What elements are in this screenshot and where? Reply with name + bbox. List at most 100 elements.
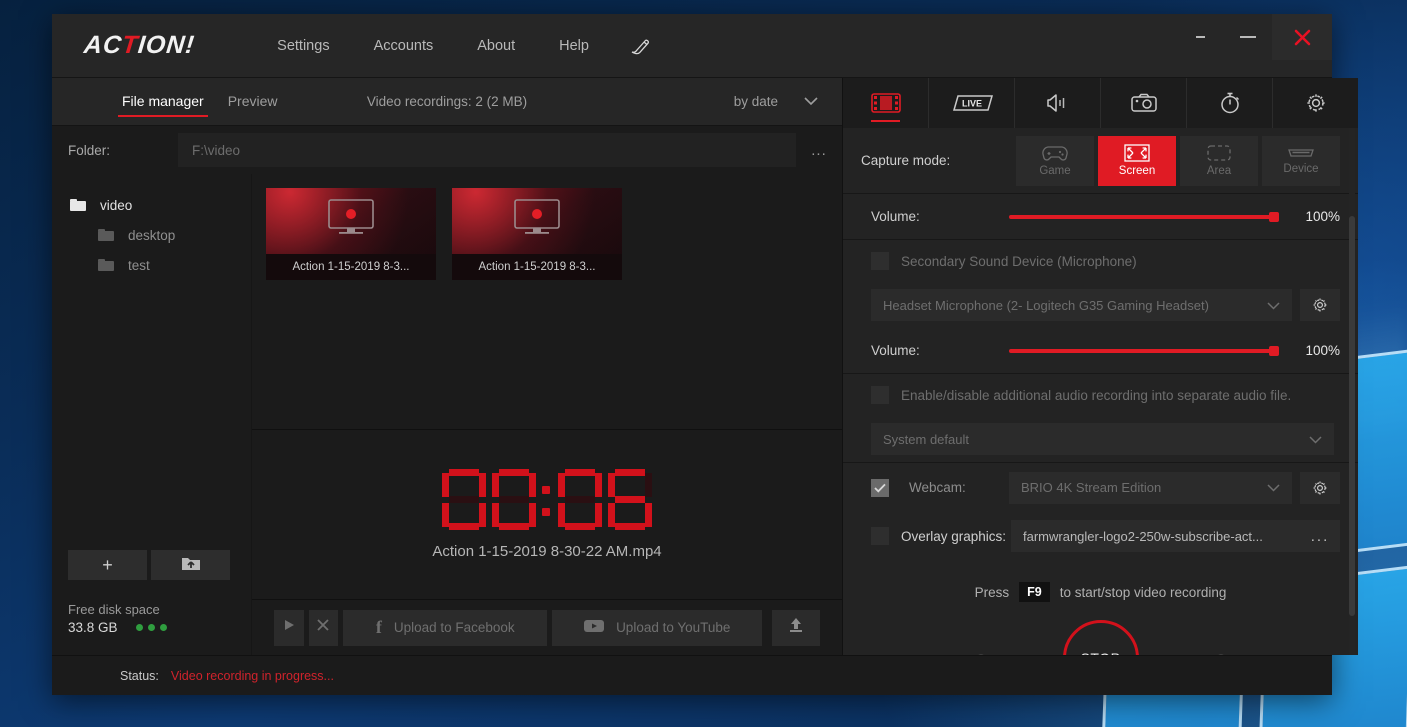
preview-filename: Action 1-15-2019 8-30-22 AM.mp4 — [432, 543, 662, 560]
logo-text-pre: AC — [82, 31, 124, 59]
chevron-down-icon — [804, 94, 818, 109]
recording-thumbnail[interactable]: Action 1-15-2019 8-3... — [452, 188, 622, 280]
live-label: LIVE — [961, 99, 981, 109]
folder-path-field[interactable]: F:\video — [178, 133, 796, 167]
tab-file-manager[interactable]: File manager — [118, 87, 208, 117]
live-icon: LIVE — [952, 95, 993, 111]
delete-button[interactable] — [308, 609, 339, 646]
webcam-checkbox[interactable] — [871, 478, 889, 497]
app-logo: AC T ION! — [82, 31, 197, 60]
thumbnail-art — [266, 188, 436, 254]
secondary-volume-slider[interactable] — [1009, 345, 1279, 356]
tab-video[interactable] — [843, 78, 929, 128]
capture-mode-area[interactable]: Area — [1180, 135, 1258, 186]
tree-item-desktop[interactable]: desktop — [52, 220, 251, 250]
file-manager-tabbar: File manager Preview Video recordings: 2… — [52, 78, 842, 126]
thumbnail-caption: Action 1-15-2019 8-3... — [266, 254, 436, 280]
play-button[interactable] — [274, 609, 304, 646]
upload-youtube-button[interactable]: Upload to YouTube — [552, 609, 763, 646]
additional-audio-row: Enable/disable additional audio recordin… — [843, 374, 1358, 416]
main-menu: Settings Accounts About Help — [255, 30, 653, 62]
microphone-settings-button[interactable] — [1300, 289, 1340, 321]
pin-button[interactable] — [1176, 14, 1224, 60]
right-tabbar: LIVE — [843, 78, 1358, 128]
folder-browse-button[interactable]: ... — [796, 142, 842, 159]
primary-volume-row: Volume: 100% — [843, 194, 1358, 240]
webcam-settings-button[interactable] — [1300, 471, 1340, 504]
overlay-browse-button[interactable]: ... — [1300, 520, 1340, 552]
window-controls — [1176, 14, 1332, 78]
disk-indicator-dots — [135, 624, 167, 631]
scrollbar-thumb[interactable] — [1349, 216, 1355, 616]
film-strip-icon — [870, 93, 901, 113]
upload-facebook-button[interactable]: f Upload to Facebook — [343, 609, 548, 646]
tab-audio[interactable] — [1015, 78, 1101, 128]
capture-mode-device-label: Device — [1283, 163, 1319, 175]
capture-mode-game[interactable]: Game — [1016, 135, 1094, 186]
check-icon — [874, 483, 886, 493]
export-button[interactable] — [772, 609, 820, 646]
minimize-button[interactable] — [1224, 14, 1272, 60]
screen-arrows-icon — [1124, 144, 1150, 162]
pen-icon[interactable] — [629, 37, 653, 55]
status-value: Video recording in progress... — [170, 668, 334, 683]
menu-item-about[interactable]: About — [455, 30, 537, 62]
webcam-device-select[interactable]: BRIO 4K Stream Edition — [1009, 471, 1292, 504]
menu-item-settings[interactable]: Settings — [255, 30, 351, 62]
overlay-graphics-value[interactable]: farmwrangler-logo2-250w-subscribe-act... — [1011, 520, 1300, 552]
camera-icon — [1130, 93, 1157, 112]
additional-audio-device-value: System default — [883, 431, 969, 447]
microphone-device-row: Headset Microphone (2- Logitech G35 Gami… — [843, 282, 1358, 328]
tab-settings[interactable] — [1273, 78, 1358, 128]
webcam-device-value: BRIO 4K Stream Edition — [1021, 480, 1162, 495]
gear-icon — [1313, 298, 1327, 312]
additional-audio-device-select[interactable]: System default — [871, 423, 1334, 455]
overlay-graphics-checkbox[interactable] — [871, 527, 889, 545]
dashed-rect-icon — [1207, 145, 1231, 161]
additional-audio-device-row: System default — [843, 416, 1358, 462]
tab-preview[interactable]: Preview — [224, 87, 282, 116]
chevron-down-icon — [1267, 298, 1280, 313]
thumbnail-art — [452, 188, 622, 254]
folder-up-icon — [181, 555, 201, 576]
monitor-record-icon — [328, 199, 374, 234]
folder-row: Folder: F:\video ... — [52, 126, 842, 174]
open-folder-button[interactable] — [151, 550, 230, 580]
tree-buttons: + — [68, 550, 235, 580]
additional-audio-label: Enable/disable additional audio recordin… — [901, 387, 1292, 403]
menu-item-accounts[interactable]: Accounts — [352, 30, 456, 62]
tree-item-test[interactable]: test — [52, 250, 251, 280]
thumbnail-grid: Action 1-15-2019 8-3... Action 1-15-2019… — [252, 174, 842, 430]
folder-tree: video desktop test + Free disk space 33.… — [52, 174, 252, 655]
tree-item-video[interactable]: video — [52, 190, 251, 220]
tab-benchmark[interactable] — [1187, 78, 1273, 128]
capture-mode-device[interactable]: Device — [1262, 135, 1340, 186]
hotkey-key: F9 — [1019, 582, 1050, 602]
timer-digit — [442, 469, 486, 531]
capture-mode-screen[interactable]: Screen — [1098, 135, 1176, 186]
primary-volume-slider[interactable] — [1009, 211, 1279, 222]
close-button[interactable] — [1272, 14, 1332, 60]
primary-volume-value: 100% — [1305, 209, 1340, 224]
thumbnail-caption: Action 1-15-2019 8-3... — [452, 254, 622, 280]
stop-recording-button[interactable]: STOP — [1062, 620, 1139, 655]
menu-item-help[interactable]: Help — [537, 30, 611, 62]
overlay-graphics-row: Overlay graphics: farmwrangler-logo2-250… — [843, 512, 1358, 560]
tab-screenshot[interactable] — [1101, 78, 1187, 128]
right-panel-scroll: Capture mode: Game Screen Area Device Vo… — [843, 128, 1358, 655]
stop-button-label: STOP — [1081, 650, 1121, 655]
capture-mode-screen-label: Screen — [1118, 165, 1156, 177]
microphone-device-value: Headset Microphone (2- Logitech G35 Gami… — [883, 297, 1209, 313]
tree-item-label: desktop — [128, 227, 176, 243]
microphone-device-select[interactable]: Headset Microphone (2- Logitech G35 Gami… — [871, 289, 1292, 321]
additional-audio-checkbox[interactable] — [871, 386, 889, 404]
sort-control[interactable]: by date — [734, 94, 818, 109]
recording-thumbnail[interactable]: Action 1-15-2019 8-3... — [266, 188, 436, 280]
add-folder-button[interactable]: + — [68, 550, 147, 580]
secondary-sound-checkbox[interactable] — [871, 252, 889, 270]
tab-live[interactable]: LIVE — [929, 78, 1015, 128]
right-indicator-dot — [1216, 654, 1225, 655]
capture-mode-row: Capture mode: Game Screen Area Device — [843, 128, 1358, 194]
left-indicator-dot — [976, 654, 985, 655]
disk-value: 33.8 GB — [68, 620, 118, 635]
